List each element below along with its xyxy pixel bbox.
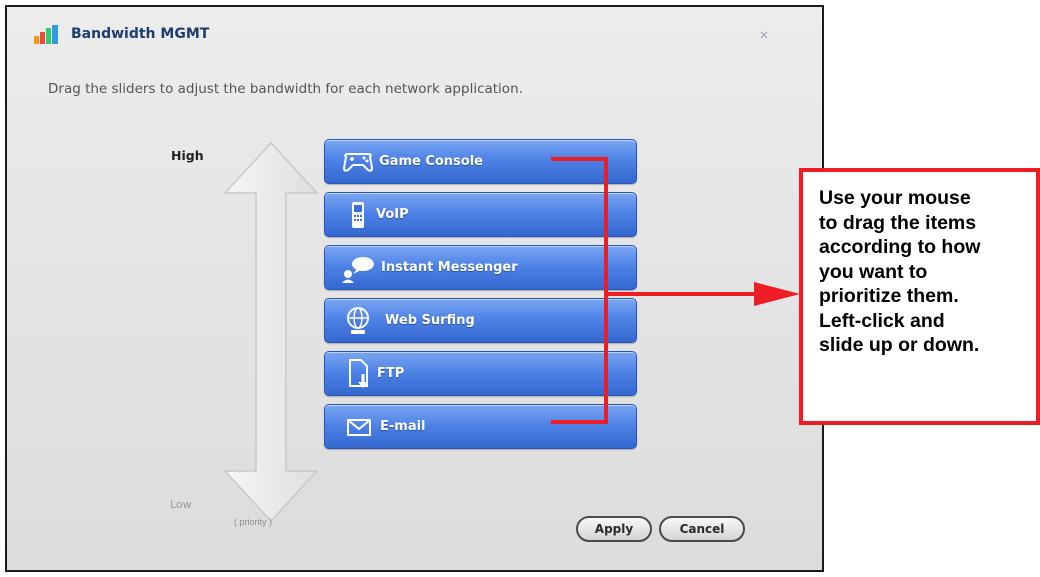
instruction-callout: Use your mouse to drag the items accordi… — [799, 168, 1040, 425]
arrow-right-icon — [754, 282, 800, 306]
callout-text: Use your mouse to drag the items accordi… — [819, 187, 981, 356]
